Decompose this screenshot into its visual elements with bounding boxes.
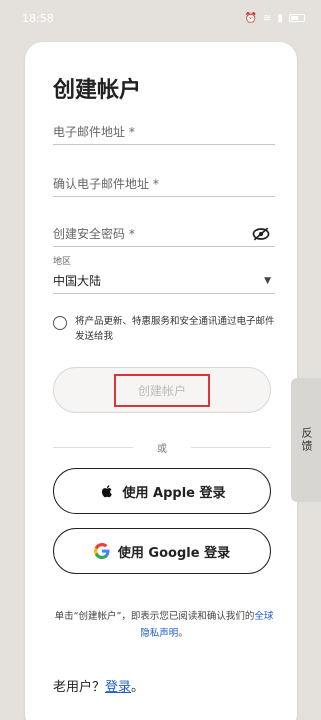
password-field[interactable] — [53, 222, 275, 246]
feedback-label: 反馈 — [300, 427, 313, 453]
region-value: 中国大陆 — [53, 274, 102, 288]
google-signin-label: 使用 Google 登录 — [117, 545, 231, 561]
status-icons: ⏰ ≋ ▮ — [245, 13, 305, 24]
confirm-email-field[interactable] — [53, 172, 275, 196]
legal-suffix: 。 — [178, 628, 188, 639]
email-field[interactable] — [53, 120, 275, 144]
create-account-label: 创建帐户 — [113, 373, 210, 407]
google-signin-button[interactable]: 使用 Google 登录 — [53, 528, 271, 574]
region-label: 地区 — [53, 257, 72, 267]
feedback-tab[interactable]: 反馈 — [291, 378, 321, 502]
apple-signin-label: 使用 Apple 登录 — [122, 485, 226, 501]
signup-card: 创建帐户 地区 中国大陆 ▼ 将产品更新、特惠服务和安全通讯通过电子邮件发送给我… — [25, 42, 297, 720]
region-select[interactable]: 中国大陆 ▼ — [53, 268, 275, 294]
page-title: 创建帐户 — [53, 78, 142, 103]
consent-radio[interactable] — [53, 316, 67, 330]
eye-hidden-icon[interactable] — [251, 225, 271, 243]
email-field-wrap — [53, 120, 275, 145]
apple-signin-button[interactable]: 使用 Apple 登录 — [53, 468, 271, 514]
google-icon — [93, 543, 110, 559]
returning-prefix: 老用户？ — [53, 680, 106, 695]
password-field-wrap — [53, 222, 275, 247]
status-time: 18:58 — [22, 11, 54, 25]
or-divider: 或 — [53, 440, 271, 455]
alarm-icon: ⏰ — [244, 12, 258, 24]
login-link[interactable]: 登录 — [105, 680, 131, 695]
status-bar: 18:58 ⏰ ≋ ▮ — [0, 0, 321, 36]
create-account-button[interactable]: 创建帐户 — [53, 367, 271, 413]
legal-prefix: 单击“创建帐户”，即表示您已阅读和确认我们的 — [54, 611, 255, 622]
signal-icon: ▮ — [277, 12, 283, 24]
caret-down-icon: ▼ — [264, 275, 271, 286]
consent-row[interactable]: 将产品更新、特惠服务和安全通讯通过电子邮件发送给我 — [53, 314, 275, 344]
battery-icon — [289, 14, 305, 22]
returning-user: 老用户？登录。 — [53, 676, 144, 695]
or-label: 或 — [157, 444, 167, 455]
legal-text: 单击“创建帐户”，即表示您已阅读和确认我们的全球隐私声明。 — [53, 608, 275, 642]
confirm-email-field-wrap — [53, 172, 275, 197]
consent-text: 将产品更新、特惠服务和安全通讯通过电子邮件发送给我 — [75, 316, 275, 342]
apple-icon — [101, 485, 112, 498]
wifi-icon: ≋ — [263, 12, 272, 24]
returning-suffix: 。 — [131, 680, 145, 695]
